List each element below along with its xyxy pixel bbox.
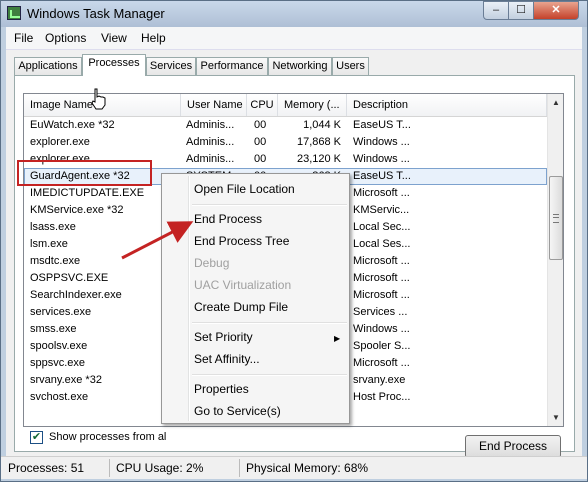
cell-user-name: Adminis... [186,136,235,148]
column-description[interactable]: Description [347,94,547,116]
menu-open-file-location[interactable]: Open File Location [194,182,295,196]
cell-description: EaseUS T... [353,119,411,131]
menu-go-to-service[interactable]: Go to Service(s) [194,404,281,418]
cell-image-name: svchost.exe [30,391,89,403]
tab-processes[interactable]: Processes [82,54,146,76]
cell-description: Spooler S... [353,340,411,352]
cell-description: Host Proc... [353,391,411,403]
cell-user-name: Adminis... [186,153,235,165]
cell-user-name: Adminis... [186,119,235,131]
menu-file[interactable]: File [14,31,33,45]
cell-memory: 1,044 K [303,119,341,131]
cell-image-name: explorer.exe [30,136,90,148]
column-cpu[interactable]: CPU [247,94,278,116]
minimize-icon[interactable]: ‒ [483,1,509,20]
close-icon[interactable]: ✕ [533,1,579,20]
cell-memory: 17,868 K [296,136,341,148]
cell-description: Microsoft ... [353,255,410,267]
cell-description: Microsoft ... [353,289,410,301]
menu-separator [192,374,347,376]
menu-properties[interactable]: Properties [194,382,249,396]
cell-image-name: smss.exe [30,323,77,335]
title-bar[interactable]: Windows Task Manager ‒ ☐ ✕ [1,1,587,27]
tab-performance[interactable]: Performance [196,57,268,75]
status-separator [239,459,240,477]
cell-image-name: sppsvc.exe [30,357,86,369]
show-all-label: Show processes from al [49,431,167,443]
show-all-checkbox[interactable]: ✔ [30,431,43,444]
menu-options[interactable]: Options [45,31,86,45]
menu-view[interactable]: View [101,31,127,45]
scroll-up-icon[interactable]: ▲ [548,94,563,111]
cell-image-name: SearchIndexer.exe [30,289,122,301]
column-memory[interactable]: Memory (... [278,94,347,116]
maximize-icon[interactable]: ☐ [508,1,534,20]
cell-memory: 23,120 K [296,153,341,165]
menu-uac-virtualization: UAC Virtualization [194,278,292,292]
cell-description: Windows ... [353,323,410,335]
cell-description: EaseUS T... [353,170,411,182]
cell-description: Local Ses... [353,238,411,250]
task-manager-icon [7,6,21,20]
status-cpu: CPU Usage: 2% [116,461,204,475]
cell-image-name: OSPPSVC.EXE [30,272,109,284]
vertical-scrollbar[interactable]: ▲ ▼ [547,94,563,426]
cell-description: KMServic... [353,204,410,216]
menu-separator [192,322,347,324]
menu-set-affinity[interactable]: Set Affinity... [194,352,260,366]
highlight-box [17,160,152,186]
grip-icon [553,214,559,223]
table-row[interactable]: EuWatch.exe *32 Adminis... 00 1,044 K Ea… [24,117,547,134]
cell-image-name: spoolsv.exe [30,340,88,352]
cell-image-name: services.exe [30,306,92,318]
status-bar: Processes: 51 CPU Usage: 2% Physical Mem… [1,456,587,479]
cell-image-name: IMEDICTUPDATE.EXE [30,187,145,199]
table-row[interactable]: explorer.exe Adminis... 00 17,868 K Wind… [24,134,547,151]
menu-help[interactable]: Help [141,31,166,45]
cell-description: srvany.exe [353,374,406,386]
menu-end-process[interactable]: End Process [194,212,262,226]
cell-image-name: srvany.exe *32 [30,374,102,386]
menu-create-dump-file[interactable]: Create Dump File [194,300,288,314]
cell-description: Local Sec... [353,221,411,233]
hand-cursor-icon [91,88,106,110]
menu-separator [192,204,347,206]
menu-set-priority[interactable]: Set Priority [194,330,253,344]
cell-description: Windows ... [353,136,410,148]
annotation-arrow-icon [121,221,194,260]
tab-users[interactable]: Users [332,57,369,75]
cell-description: Windows ... [353,153,410,165]
menu-end-process-tree[interactable]: End Process Tree [194,234,289,248]
scrollbar-thumb[interactable] [549,176,563,260]
window-title: Windows Task Manager [27,6,165,21]
status-memory: Physical Memory: 68% [246,461,369,475]
status-processes: Processes: 51 [8,461,85,475]
tab-services[interactable]: Services [146,57,196,75]
end-process-button[interactable]: End Process [465,435,561,458]
cell-description: Microsoft ... [353,272,410,284]
cell-cpu: 00 [254,153,267,165]
cell-description: Microsoft ... [353,187,410,199]
menu-bar: File Options View Help [6,27,582,50]
cell-description: Services ... [353,306,408,318]
tab-applications[interactable]: Applications [14,57,82,75]
cell-image-name: EuWatch.exe *32 [30,119,115,131]
tab-networking[interactable]: Networking [268,57,332,75]
cell-cpu: 00 [254,119,267,131]
column-user-name[interactable]: User Name [181,94,247,116]
cell-description: Microsoft ... [353,357,410,369]
scroll-down-icon[interactable]: ▼ [548,409,563,426]
submenu-arrow-icon: ▶ [334,334,341,343]
status-separator [109,459,110,477]
cell-cpu: 00 [254,136,267,148]
